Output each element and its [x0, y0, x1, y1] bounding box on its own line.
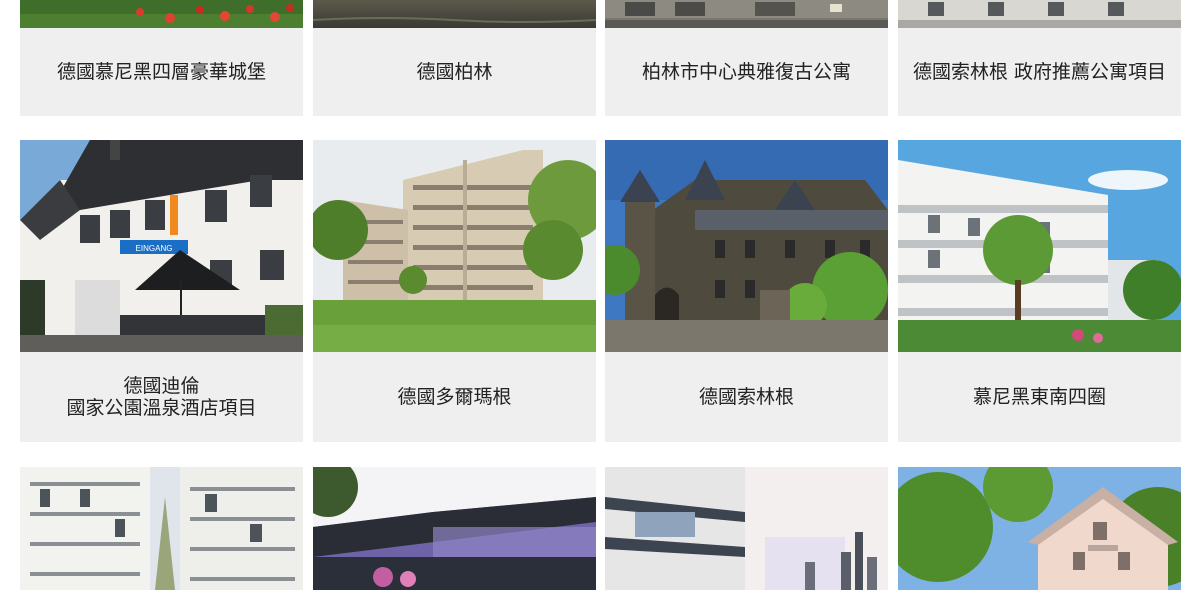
property-title-lines: 德國迪倫 國家公園溫泉酒店項目	[66, 375, 257, 419]
property-photo[interactable]: EINGANG	[20, 140, 303, 352]
property-title[interactable]: 柏林市中心典雅復古公寓	[605, 28, 888, 116]
property-photo[interactable]	[313, 140, 596, 352]
property-photo[interactable]	[20, 467, 303, 590]
property-title[interactable]: 德國慕尼黑四層豪華城堡	[20, 28, 303, 116]
balcony-apartment-photo	[20, 467, 303, 590]
property-title[interactable]: 德國柏林	[313, 28, 596, 116]
property-title[interactable]: 慕尼黑東南四圈	[898, 352, 1181, 442]
property-title[interactable]: 德國索林根 政府推薦公寓項目	[898, 28, 1181, 116]
property-photo[interactable]	[898, 467, 1181, 590]
property-photo[interactable]	[898, 0, 1181, 28]
building-photo	[898, 0, 1181, 28]
property-photo[interactable]	[898, 140, 1181, 352]
property-photo[interactable]	[313, 0, 596, 28]
hotel-sign-text: EINGANG	[136, 244, 173, 253]
terrace-photo	[313, 467, 596, 590]
property-title[interactable]: 德國索林根	[605, 352, 888, 442]
property-photo[interactable]	[605, 140, 888, 352]
castle-photo	[605, 140, 888, 352]
street-photo	[605, 0, 888, 28]
hotel-photo: EINGANG	[20, 140, 303, 352]
property-photo[interactable]	[20, 0, 303, 28]
property-photo[interactable]	[605, 467, 888, 590]
garden-photo	[20, 0, 303, 28]
apartment-block-photo	[313, 140, 596, 352]
villa-photo	[898, 467, 1181, 590]
property-title[interactable]: 德國多爾瑪根	[313, 352, 596, 442]
river-photo	[313, 0, 596, 28]
property-photo[interactable]	[313, 467, 596, 590]
skyline-view-photo	[605, 467, 888, 590]
modern-apartment-photo	[898, 140, 1181, 352]
property-photo[interactable]	[605, 0, 888, 28]
property-title[interactable]: 德國迪倫 國家公園溫泉酒店項目	[20, 352, 303, 442]
